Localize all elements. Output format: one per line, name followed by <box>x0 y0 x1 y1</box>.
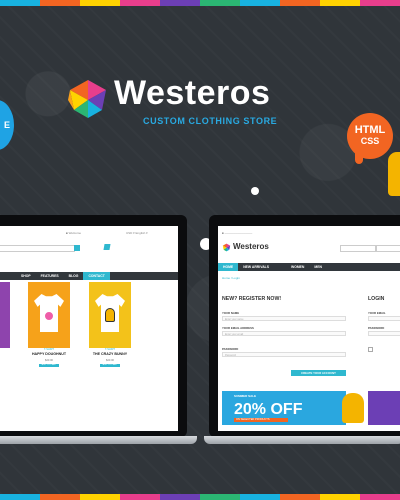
left-topbar-links: USD ▾ English ▾ <box>126 231 148 235</box>
right-nav-new-arrivals[interactable]: NEW ARRIVALS <box>238 263 274 271</box>
product-card-partial[interactable] <box>0 282 10 348</box>
yellow-mascot-icon <box>388 152 400 196</box>
create-account-button[interactable]: CREATE YOUR ACCOUNT <box>291 370 346 376</box>
stripe-segment <box>80 0 120 6</box>
right-category-select[interactable] <box>340 245 376 252</box>
stripe-segment <box>200 0 240 6</box>
stripe-segment <box>80 494 120 500</box>
product-price: $20.00 <box>45 359 53 362</box>
stripe-segment <box>360 494 400 500</box>
stripe-segment <box>280 494 320 500</box>
password-field[interactable]: Password <box>222 352 346 357</box>
remember-checkbox[interactable] <box>368 347 373 352</box>
register-title: NEW? REGISTER NOW! <box>222 296 282 302</box>
brand-tagline: CUSTOM CLOTHING STORE <box>143 116 278 126</box>
field-label: YOUR NAME <box>222 311 240 315</box>
bottom-color-stripe <box>0 494 400 500</box>
right-topbar-text: ■ ───────────── <box>222 231 253 235</box>
brand-logo: Westeros CUSTOM CLOTHING STORE <box>66 74 336 136</box>
stripe-segment <box>320 0 360 6</box>
promo-strip: ON SELECTED PRODUCTS <box>234 418 288 422</box>
login-field-label: PASSWORD <box>368 326 385 330</box>
name-field[interactable]: Enter your name <box>222 316 346 321</box>
monster-icon <box>342 393 364 423</box>
stripe-segment <box>360 0 400 6</box>
right-laptop-screen: ■ ───────────── Westeros HOME NEW ARRIVA… <box>218 226 400 431</box>
add-to-cart-button[interactable]: ADD TO CART <box>39 364 59 367</box>
right-nav-men[interactable]: MEN <box>309 263 327 271</box>
right-nav-home[interactable]: HOME <box>218 263 239 271</box>
left-navbar: SHOP FEATURES BLOG CONTACT <box>0 272 178 280</box>
gem-logo-icon <box>68 80 106 118</box>
monster-icon <box>105 308 115 322</box>
email-field[interactable]: Enter your email <box>222 331 346 336</box>
left-laptop-base <box>0 436 197 444</box>
stripe-segment <box>0 494 40 500</box>
right-laptop: ■ ───────────── Westeros HOME NEW ARRIVA… <box>209 215 400 437</box>
left-search-input[interactable] <box>0 245 75 252</box>
left-badge-text: E <box>3 120 10 130</box>
product-name: THE CRAZY BUNNY <box>92 352 128 356</box>
left-nav-blog[interactable]: BLOG <box>64 272 84 280</box>
product-price: $20.00 <box>106 359 114 362</box>
login-email-field[interactable] <box>368 316 400 321</box>
stripe-segment <box>120 494 160 500</box>
stripe-segment <box>240 494 280 500</box>
promo-banner[interactable]: SUMMER SALE 20% OFF ON SELECTED PRODUCTS <box>222 391 364 425</box>
stripe-segment <box>280 0 320 6</box>
product-category: T-SHIRT <box>43 348 55 351</box>
left-topbar-text: ■ Welcome <box>66 231 82 235</box>
left-nav-features[interactable]: FEATURES <box>36 272 64 280</box>
right-laptop-base <box>204 436 400 444</box>
doughnut-icon <box>43 310 55 322</box>
left-search-button[interactable] <box>74 245 80 251</box>
right-navbar: HOME NEW ARRIVALS WOMEN MEN <box>218 263 400 271</box>
gem-logo-icon <box>222 243 231 252</box>
promo-banner-secondary[interactable] <box>368 391 400 425</box>
product-card[interactable]: T-SHIRT HAPPY DOUGHNUT $20.00 ADD TO CAR… <box>28 282 70 367</box>
stripe-segment <box>240 0 280 6</box>
add-to-cart-button[interactable]: ADD TO CART <box>100 364 120 367</box>
left-nav-contact[interactable]: CONTACT <box>83 272 110 280</box>
login-title: LOGIN <box>368 296 385 302</box>
promo-discount: 20% OFF <box>234 401 303 418</box>
product-category: T-SHIRT <box>104 348 116 351</box>
stripe-segment <box>40 0 80 6</box>
stripe-segment <box>40 494 80 500</box>
stripe-segment <box>0 0 40 6</box>
product-name: HAPPY DOUGHNUT <box>31 352 67 356</box>
right-nav-women[interactable]: WOMEN <box>286 263 309 271</box>
field-label: YOUR EMAIL ADDRESS <box>222 326 254 330</box>
product-card[interactable]: T-SHIRT THE CRAZY BUNNY $20.00 ADD TO CA… <box>89 282 131 367</box>
login-field-label: YOUR EMAIL <box>368 311 386 315</box>
stripe-segment <box>200 494 240 500</box>
product-image <box>89 282 131 348</box>
right-search-input[interactable] <box>376 245 400 252</box>
breadcrumb[interactable]: Home / Login <box>222 276 240 280</box>
stripe-segment <box>160 0 200 6</box>
stripe-segment <box>160 494 200 500</box>
product-image <box>28 282 70 348</box>
promo-small-text: SUMMER SALE <box>234 394 257 398</box>
right-brand-name: Westeros <box>233 242 269 251</box>
stripe-segment <box>320 494 360 500</box>
login-password-field[interactable] <box>368 331 400 336</box>
field-label: PASSWORD <box>222 347 239 351</box>
badge-drip <box>355 150 363 164</box>
brand-name: Westeros <box>114 74 271 112</box>
html-css-badge: HTML CSS <box>347 113 393 159</box>
left-nav-shop[interactable]: SHOP <box>16 272 36 280</box>
stripe-segment <box>120 0 160 6</box>
left-laptop: ■ Welcome USD ▾ English ▾ SHOP FEATURES … <box>0 215 187 437</box>
top-color-stripe <box>0 0 400 6</box>
slider-dot[interactable] <box>251 187 259 195</box>
left-laptop-screen: ■ Welcome USD ▾ English ▾ SHOP FEATURES … <box>0 226 178 431</box>
cart-icon[interactable] <box>103 244 111 250</box>
css-label: CSS <box>360 136 380 146</box>
html-label: HTML <box>354 124 386 136</box>
product-image <box>0 282 10 348</box>
